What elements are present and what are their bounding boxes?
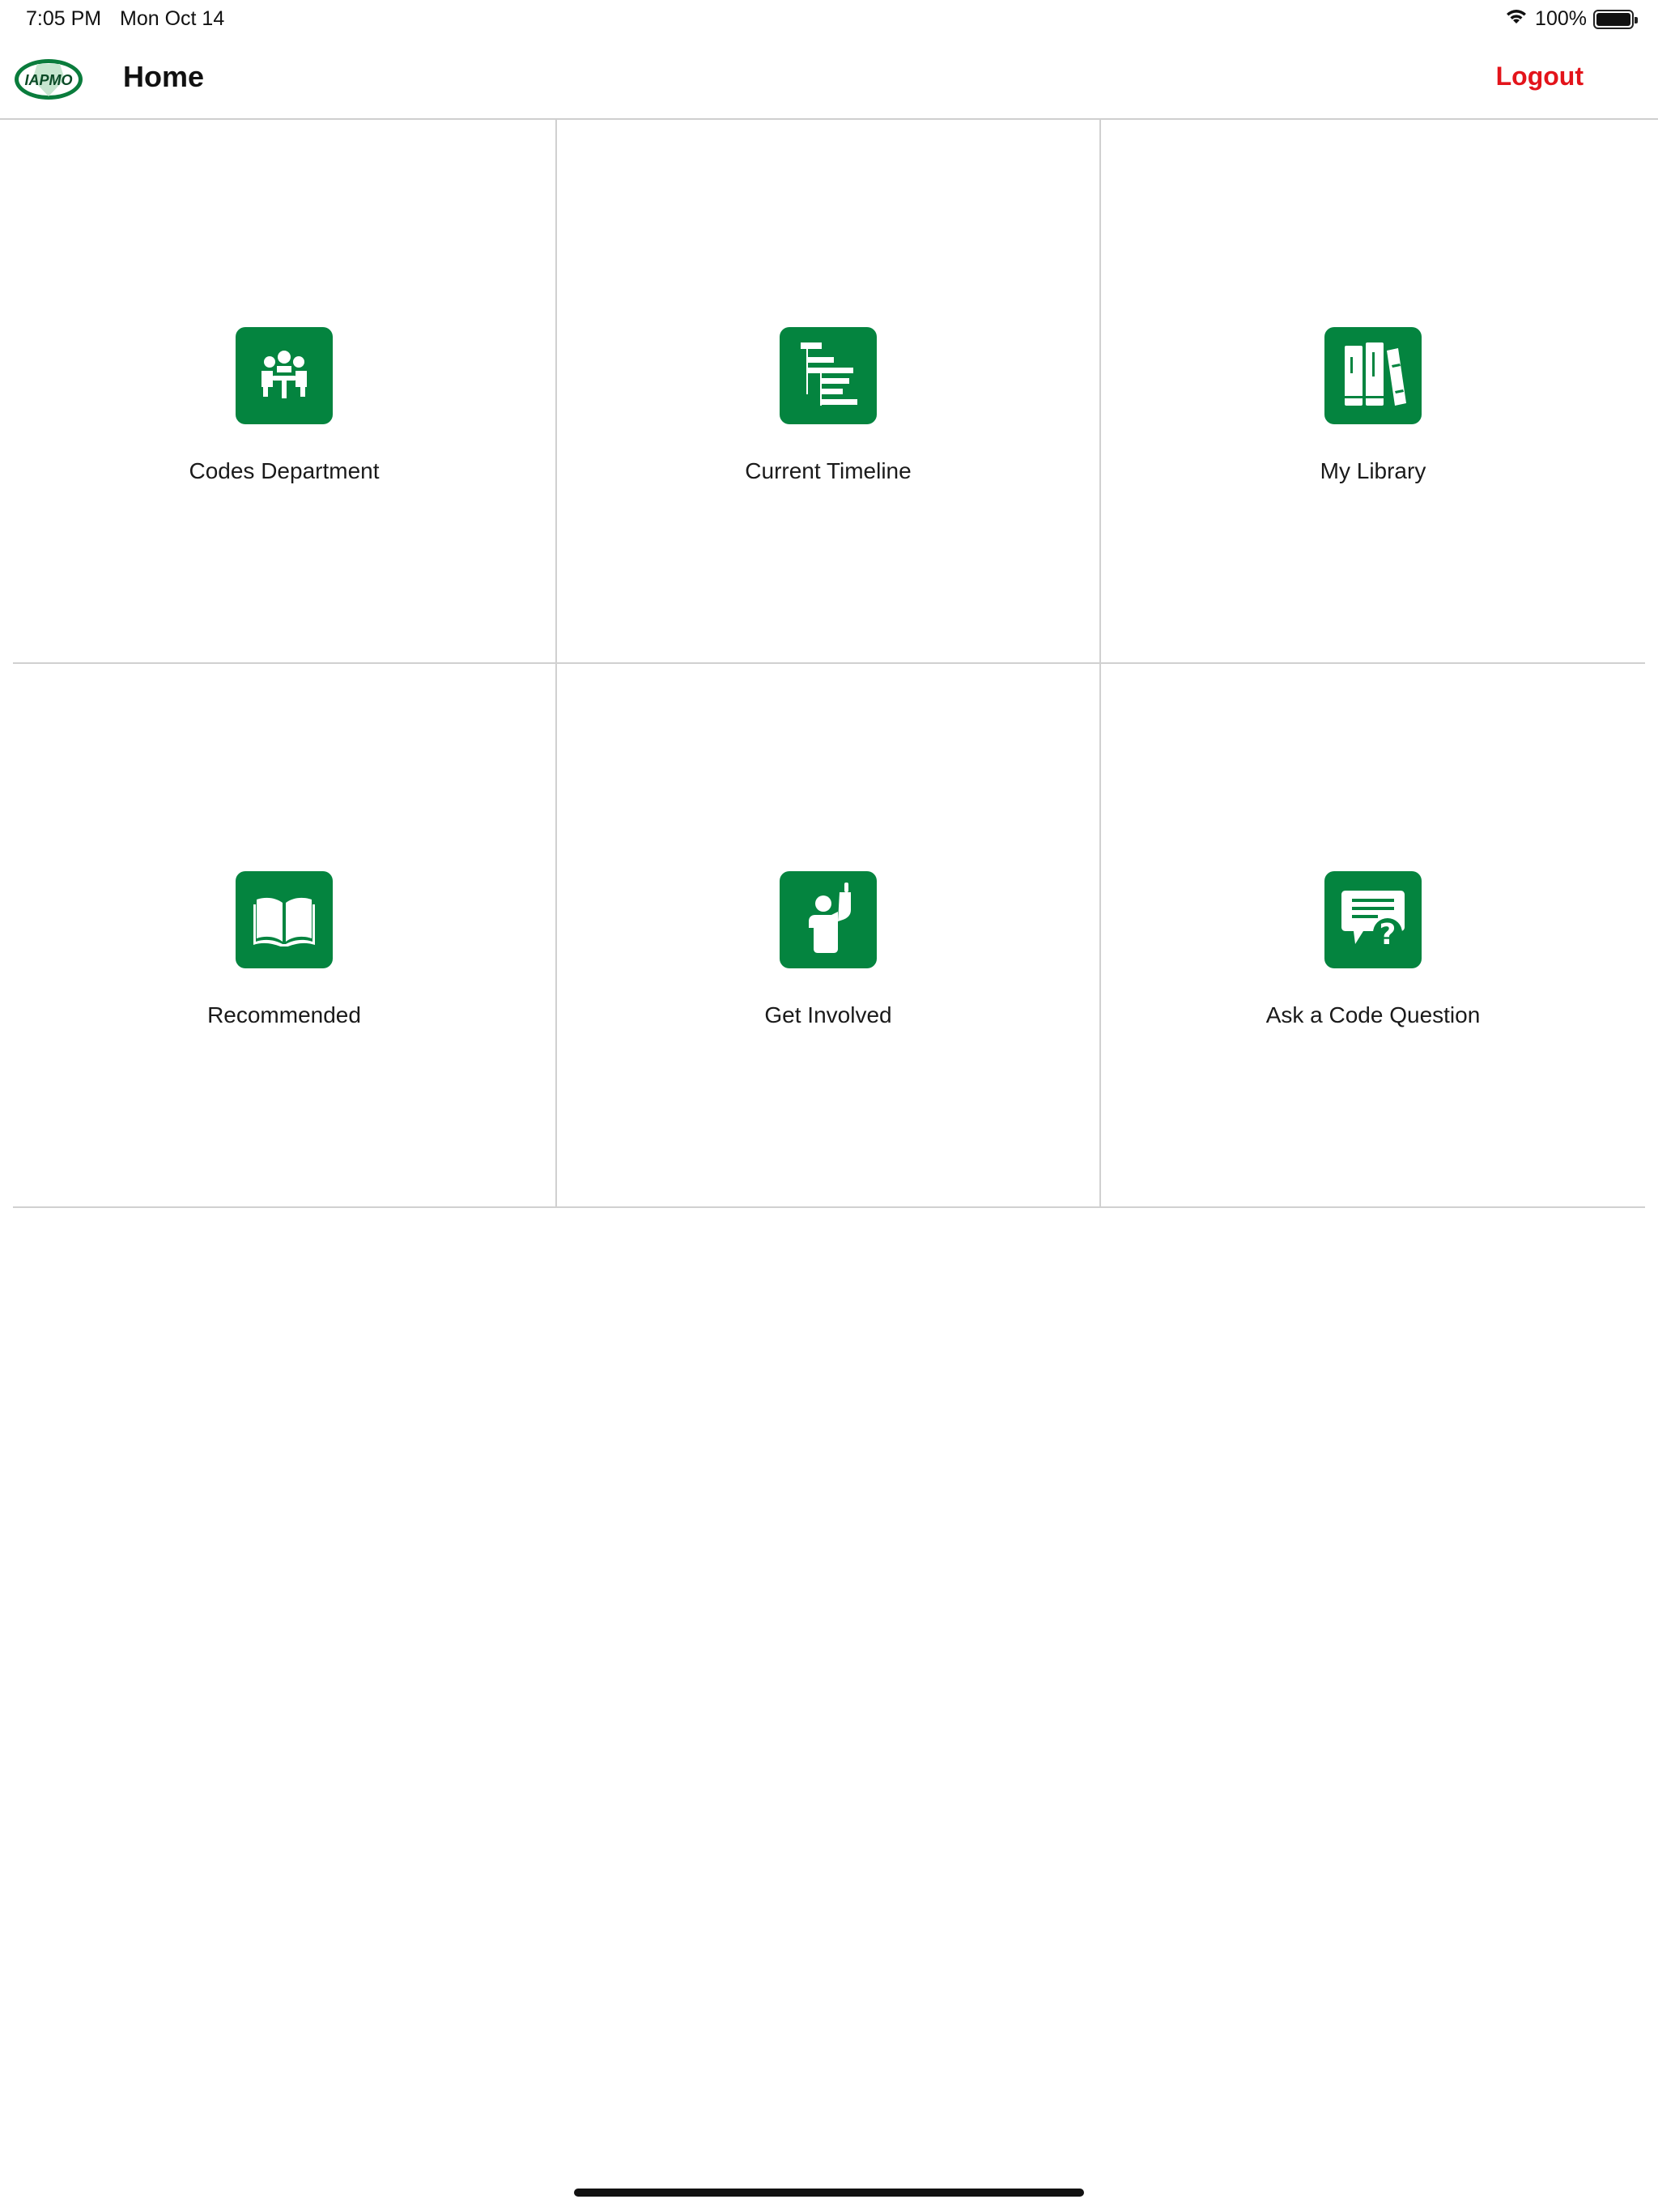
tile-my-library[interactable]: My Library — [1101, 120, 1645, 664]
status-right: 100% — [1504, 6, 1638, 32]
tile-label: Current Timeline — [745, 458, 912, 483]
tile-label: Get Involved — [764, 1002, 892, 1027]
battery-percent: 100% — [1535, 7, 1587, 30]
timeline-icon — [780, 327, 877, 424]
open-book-icon — [236, 871, 333, 968]
books-icon — [1324, 327, 1422, 424]
battery-icon — [1593, 9, 1638, 29]
home-grid: Codes Department Current Timeline My Lib… — [13, 120, 1645, 1208]
meeting-icon — [236, 327, 333, 424]
tile-current-timeline[interactable]: Current Timeline — [557, 120, 1101, 664]
status-bar: 7:05 PM Mon Oct 14 100% — [0, 0, 1658, 39]
tile-label: Codes Department — [189, 458, 380, 483]
tile-label: Recommended — [207, 1002, 361, 1027]
home-indicator[interactable] — [574, 2189, 1084, 2197]
nav-bar: IAPMO Home Logout — [0, 39, 1658, 120]
raised-hand-icon — [780, 871, 877, 968]
tile-label: My Library — [1320, 458, 1426, 483]
status-time: 7:05 PM — [26, 7, 102, 30]
page-title: Home — [123, 60, 205, 93]
tile-ask-a-code-question[interactable]: ? Ask a Code Question — [1101, 664, 1645, 1208]
svg-text:IAPMO: IAPMO — [24, 72, 72, 88]
tile-codes-department[interactable]: Codes Department — [13, 120, 557, 664]
tile-get-involved[interactable]: Get Involved — [557, 664, 1101, 1208]
logout-button[interactable]: Logout — [1496, 62, 1584, 91]
wifi-icon — [1504, 6, 1528, 32]
tile-label: Ask a Code Question — [1265, 1002, 1481, 1027]
iapmo-logo: IAPMO — [13, 57, 84, 101]
status-date: Mon Oct 14 — [120, 7, 225, 30]
question-chat-icon: ? — [1324, 871, 1422, 968]
svg-text:?: ? — [1380, 918, 1397, 951]
tile-recommended[interactable]: Recommended — [13, 664, 557, 1208]
